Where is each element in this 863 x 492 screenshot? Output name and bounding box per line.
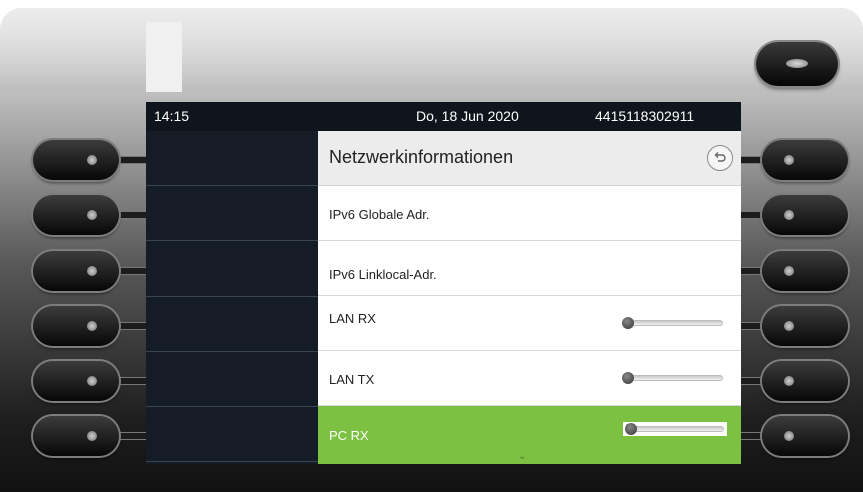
left-softkey-3[interactable]	[33, 251, 119, 291]
left-slot[interactable]	[146, 407, 318, 462]
home-key-led-icon	[786, 59, 808, 68]
home-key[interactable]	[756, 42, 838, 86]
right-softkey-1[interactable]	[762, 140, 848, 180]
key-led-icon	[784, 321, 794, 331]
list-item-label: PC RX	[329, 428, 369, 443]
status-time: 14:15	[154, 108, 190, 124]
lan-tx-level-slider	[622, 372, 723, 384]
left-slot[interactable]	[146, 186, 318, 241]
left-softkey-5[interactable]	[33, 361, 119, 401]
status-bar: 14:15 Do, 18 Jun 2020 4415118302911	[146, 102, 741, 131]
page-title: Netzwerkinformationen	[329, 147, 514, 167]
list-item-lan-tx[interactable]: LAN TX	[318, 351, 741, 406]
status-date: Do, 18 Jun 2020	[416, 108, 519, 124]
scroll-down-icon: ⌄	[518, 451, 527, 462]
slider-track	[625, 320, 723, 326]
right-softkey-6[interactable]	[762, 416, 848, 456]
key-led-icon	[87, 376, 97, 386]
key-led-icon	[87, 321, 97, 331]
left-softkey-labels	[146, 131, 318, 464]
slider-track	[625, 375, 723, 381]
key-led-icon	[87, 155, 97, 165]
left-slot[interactable]	[146, 297, 318, 352]
key-led-icon	[784, 210, 794, 220]
left-softkey-4[interactable]	[33, 306, 119, 346]
list-item-label: IPv6 Linklocal-Adr.	[329, 267, 437, 282]
back-arrow-icon	[714, 152, 726, 162]
list-item-ipv6-linklocal[interactable]: IPv6 Linklocal-Adr.	[318, 241, 741, 296]
key-led-icon	[87, 431, 97, 441]
key-led-icon	[784, 155, 794, 165]
left-softkey-2[interactable]	[33, 195, 119, 235]
right-softkey-2[interactable]	[762, 195, 848, 235]
panel-header: Netzwerkinformationen	[318, 131, 741, 186]
list-item-ipv6-global[interactable]: IPv6 Globale Adr.	[318, 186, 741, 241]
device-surface	[0, 8, 863, 88]
list-item-lan-rx[interactable]: LAN RX	[318, 296, 741, 351]
right-softkey-3[interactable]	[762, 251, 848, 291]
left-slot[interactable]	[146, 242, 318, 297]
list-item-label: LAN RX	[329, 311, 376, 326]
right-softkey-4[interactable]	[762, 306, 848, 346]
status-phone-number: 4415118302911	[595, 108, 695, 124]
list-item-label: LAN TX	[329, 372, 375, 387]
left-softkey-6[interactable]	[33, 416, 119, 456]
right-softkey-5[interactable]	[762, 361, 848, 401]
list-item-pc-rx[interactable]: PC RX ⌄	[318, 406, 741, 464]
lan-rx-level-slider	[622, 317, 723, 329]
key-led-icon	[784, 266, 794, 276]
key-led-icon	[87, 210, 97, 220]
key-led-icon	[87, 266, 97, 276]
slider-knob	[625, 423, 637, 435]
key-led-icon	[784, 431, 794, 441]
slider-knob	[622, 372, 634, 384]
left-slot[interactable]	[146, 131, 318, 186]
back-button[interactable]	[707, 145, 733, 171]
pc-rx-level-slider	[623, 422, 727, 436]
phone-display: 14:15 Do, 18 Jun 2020 4415118302911 Netz…	[146, 102, 741, 464]
key-led-icon	[784, 376, 794, 386]
left-slot[interactable]	[146, 352, 318, 407]
left-softkey-1[interactable]	[33, 140, 119, 180]
slider-knob	[622, 317, 634, 329]
slider-track	[626, 426, 724, 432]
network-info-panel: Netzwerkinformationen IPv6 Globale Adr. …	[318, 131, 741, 464]
key-label-card	[146, 22, 182, 92]
list-item-label: IPv6 Globale Adr.	[329, 207, 430, 222]
